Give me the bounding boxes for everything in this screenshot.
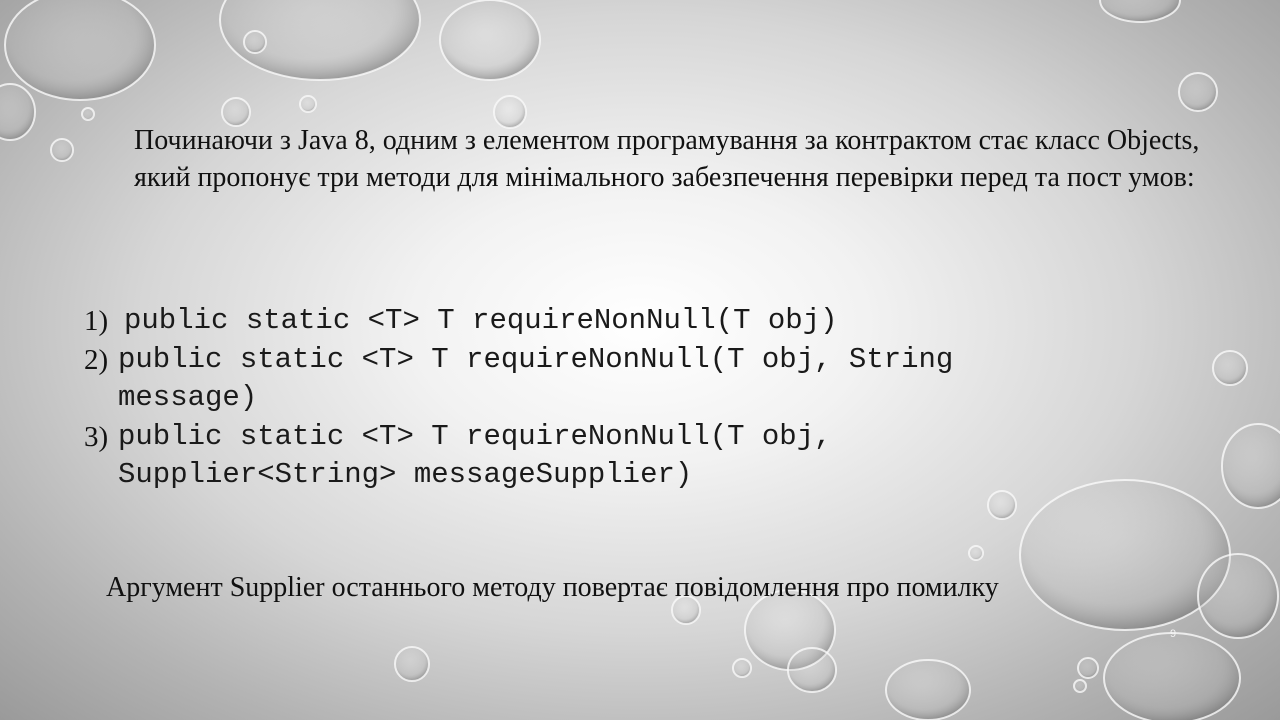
- method-number: 3): [84, 420, 109, 453]
- method-item: 3) public static <T> T requireNonNull(T …: [84, 418, 1084, 495]
- summary-text: Аргумент Supplier останнього методу пове…: [106, 572, 999, 603]
- intro-text: Починаючи з Java 8, одним з елементом пр…: [134, 125, 1200, 193]
- method-number: 2): [84, 343, 109, 376]
- method-signature: public static <T> T requireNonNull(T obj…: [124, 304, 838, 337]
- method-signature: public static <T> T requireNonNull(T obj…: [118, 342, 954, 415]
- method-list: 1) public static <T> T requireNonNull(T …: [84, 302, 1084, 495]
- page-number: 9: [1170, 628, 1177, 640]
- method-item: 2) public static <T> T requireNonNull(T …: [84, 341, 1084, 418]
- method-number: 1): [84, 305, 109, 337]
- method-item: 1) public static <T> T requireNonNull(T …: [84, 302, 1084, 341]
- method-signature: public static <T> T requireNonNull(T obj…: [118, 419, 832, 492]
